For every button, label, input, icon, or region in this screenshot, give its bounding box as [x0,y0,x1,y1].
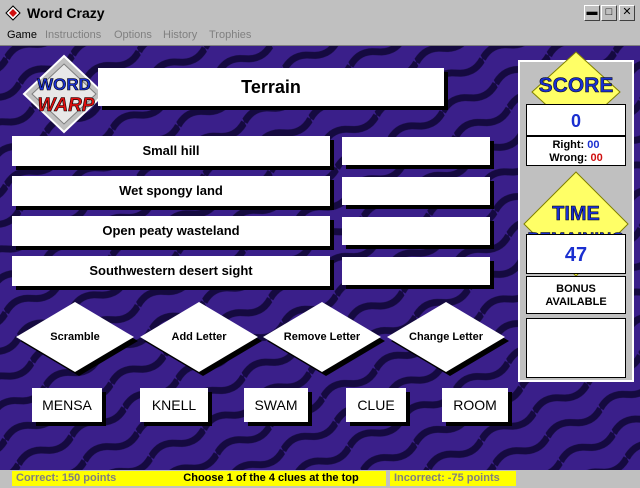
wrong-label: Wrong: [549,152,588,164]
right-wrong-box: Right: 00 Wrong: 00 [526,136,626,166]
game-board: WORD WARP Terrain Small hill Wet spongy … [0,46,640,470]
word-clue[interactable]: CLUE [346,388,406,422]
word-room[interactable]: ROOM [442,388,508,422]
add-letter-button[interactable]: Add Letter [140,302,262,376]
menu-game[interactable]: Game [7,29,37,41]
close-icon: ✕ [622,6,632,18]
bonus-box: BONUS AVAILABLE [526,276,626,314]
change-letter-label: Change Letter [409,331,483,343]
close-button[interactable]: ✕ [619,5,635,21]
menu-options[interactable]: Options [114,29,152,41]
scramble-label: Scramble [50,331,100,343]
time-heading-1: TIME [552,203,600,225]
menu-history[interactable]: History [163,29,197,41]
answer-slot-4[interactable] [342,257,490,285]
minimize-button[interactable]: ▬ [584,5,600,21]
clue-4[interactable]: Southwestern desert sight [12,256,330,286]
score-value: 0 [526,104,626,136]
bonus-line-1: BONUS [556,283,596,295]
clue-2[interactable]: Wet spongy land [12,176,330,206]
bonus-line-2: AVAILABLE [545,296,607,308]
category-title: Terrain [98,68,444,106]
instruction-text: Choose 1 of the 4 clues at the top [156,471,386,486]
scramble-button[interactable]: Scramble [16,302,138,376]
word-swam[interactable]: SWAM [244,388,308,422]
word-knell[interactable]: KNELL [140,388,208,422]
wrong-value: 00 [590,152,603,164]
maximize-icon: □ [605,6,613,18]
score-heading: SCORE [539,74,614,97]
app-window: Word Crazy ▬ □ ✕ Game Instructions Optio… [0,0,640,488]
logo-word: WORD [37,75,91,94]
right-label: Right: [552,139,585,151]
logo-warp: WARP [38,95,95,116]
status-bar: Correct: 150 points Choose 1 of the 4 cl… [0,470,640,488]
minimize-icon: ▬ [586,6,598,18]
remove-letter-label: Remove Letter [283,331,361,343]
app-icon [5,5,21,21]
bonus-display [526,318,626,378]
word-mensa[interactable]: MENSA [32,388,102,422]
score-panel: SCORE 0 Right: 00 Wrong: 00 TIME REMAINI… [518,51,634,382]
remove-letter-button[interactable]: Remove Letter [263,302,385,376]
word-warp-logo: WORD WARP [22,54,106,134]
answer-slot-1[interactable] [342,137,490,165]
maximize-button[interactable]: □ [601,5,617,21]
change-letter-button[interactable]: Change Letter [387,302,509,376]
time-value: 47 [526,234,626,274]
answer-slot-2[interactable] [342,177,490,205]
right-value: 00 [587,139,600,151]
answer-slot-3[interactable] [342,217,490,245]
incorrect-points: Incorrect: -75 points [390,471,516,486]
menu-bar: Game Instructions Options History Trophi… [0,27,640,46]
title-bar: Word Crazy ▬ □ ✕ [0,0,640,28]
window-title: Word Crazy [27,5,105,21]
clue-1[interactable]: Small hill [12,136,330,166]
menu-instructions[interactable]: Instructions [45,29,101,41]
menu-trophies[interactable]: Trophies [209,29,251,41]
clue-3[interactable]: Open peaty wasteland [12,216,330,246]
add-letter-label: Add Letter [171,331,227,343]
correct-points: Correct: 150 points [12,471,156,486]
